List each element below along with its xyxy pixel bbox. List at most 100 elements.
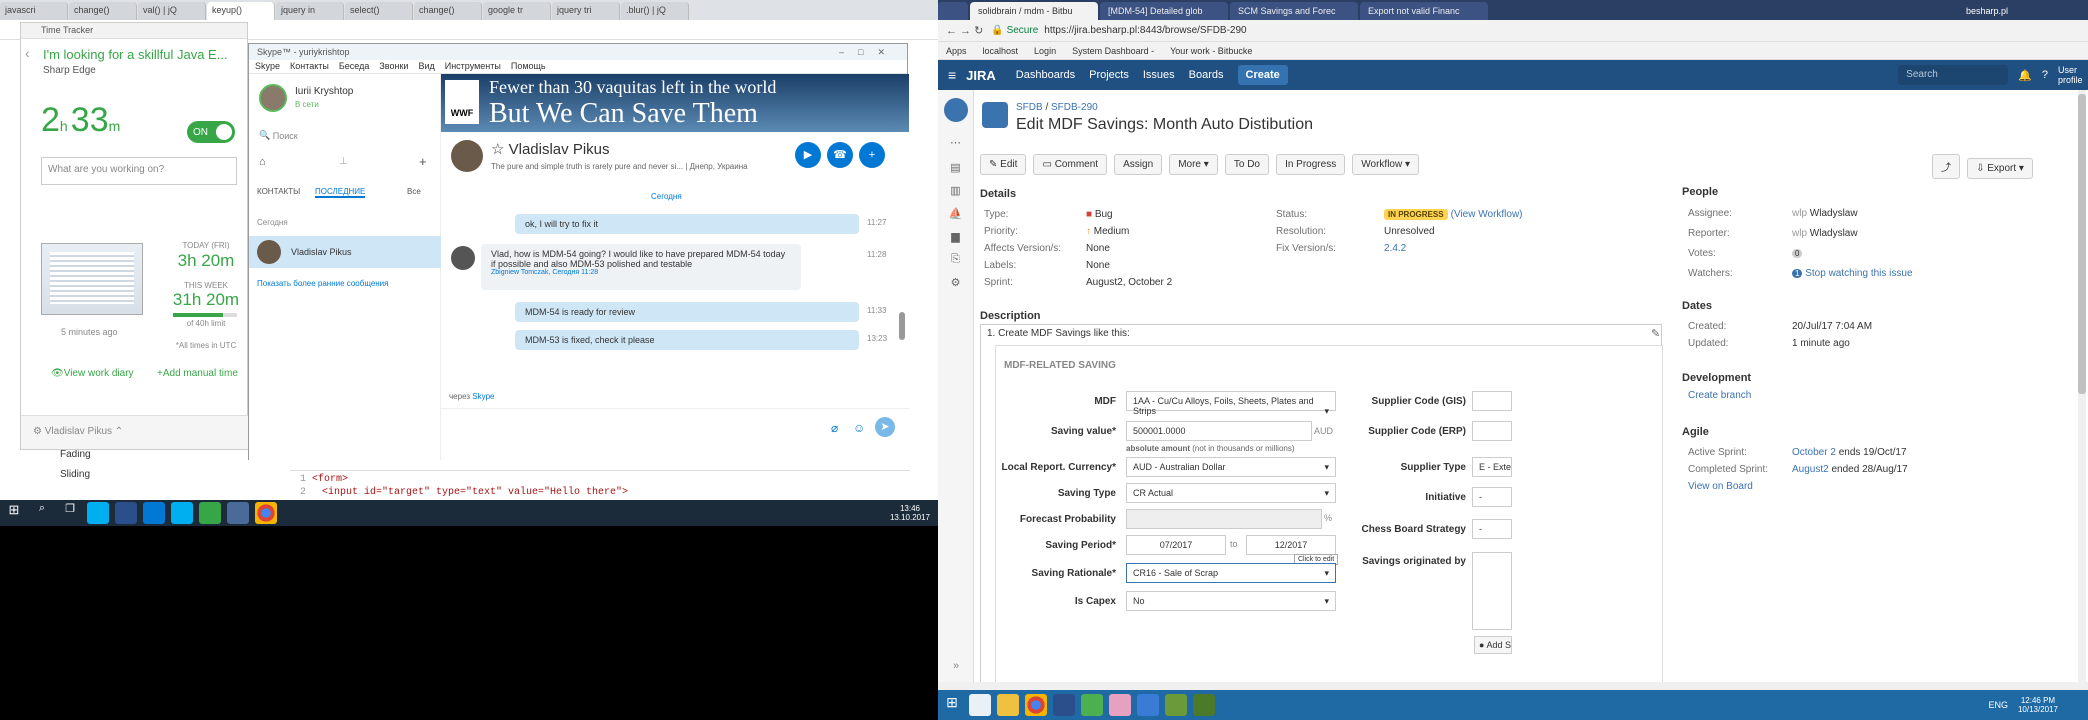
search-box[interactable]: 🔍 Поиск [259,130,298,141]
stop-watching-link[interactable]: Stop watching this issue [1805,268,1912,279]
tab-contacts[interactable]: КОНТАКТЫ [257,187,300,196]
menu-item[interactable]: Контакты [290,61,329,72]
saving-type-select[interactable]: CR Actual ▾ [1126,483,1336,503]
browser-tab-pinned[interactable] [938,2,968,20]
message-bubble[interactable]: ok, I will try to fix it [515,214,859,234]
emoji-icon[interactable]: ☺ [853,421,865,435]
workflow-button[interactable]: Workflow ▾ [1352,154,1420,175]
view-workflow-link[interactable]: (View Workflow) [1451,209,1523,220]
browser-tab[interactable]: change() [414,2,482,20]
bookmark[interactable]: localhost [983,46,1019,56]
nav-boards[interactable]: Boards [1189,69,1224,81]
send-icon[interactable]: ➤ [875,417,895,437]
window-controls[interactable]: –□✕ [839,47,899,58]
page-title[interactable]: Edit MDF Savings: Month Auto Distibution [1016,116,1313,134]
via-link[interactable]: Skype [472,392,494,401]
avatar[interactable] [259,84,287,112]
windows-start-icon[interactable]: ⊞ [941,694,963,716]
user-selector[interactable]: ⚙ Vladislav Pikus ⌃ [21,416,249,447]
app-taskbar-icon[interactable] [1109,694,1131,716]
windows-start-icon[interactable]: ⊞ [3,502,25,524]
releases-icon[interactable]: ⛵ [938,207,973,220]
folder-taskbar-icon[interactable] [997,694,1019,716]
fix-version-link[interactable]: 2.4.2 [1384,240,1523,257]
assignee-value[interactable]: Wladyslaw [1810,208,1858,219]
chat-scrollbar[interactable] [899,312,905,340]
chrome-taskbar-icon[interactable] [1025,694,1047,716]
project-name[interactable]: I'm looking for a skillful Java E... [43,47,243,62]
search-input[interactable]: Search [1898,65,2009,85]
currency-select[interactable]: AUD - Australian Dollar ▾ [1126,457,1336,477]
rationale-select[interactable]: CR16 - Sale of Scrap ▾ [1126,563,1336,583]
screenshot-thumbnail[interactable] [41,243,143,315]
erp-input[interactable] [1472,421,1512,441]
description-editor[interactable]: 1. Create MDF Savings like this: ✎ MDF-R… [980,324,1663,682]
browser-tab[interactable]: solidbrain / mdm - Bitbu [970,2,1098,20]
app-taskbar-icon[interactable] [1053,694,1075,716]
add-manual-time-link[interactable]: + Add manual time [157,368,238,379]
chess-select[interactable]: - [1472,519,1512,539]
menu-item[interactable]: Вид [418,61,434,72]
backlog-icon[interactable]: ▤ [938,161,973,174]
star-icon[interactable]: ☆ [491,141,509,158]
breadcrumb-issue[interactable]: SFDB-290 [1051,102,1098,113]
bookmark[interactable]: Apps [946,46,967,56]
initiative-select[interactable]: - [1472,487,1512,507]
originated-textarea[interactable] [1472,552,1512,630]
create-button[interactable]: Create [1237,65,1288,85]
nav-dashboards[interactable]: Dashboards [1016,69,1075,81]
quoted-message[interactable]: Vlad, how is MDM-54 going? I would like … [481,244,801,290]
more-icon[interactable]: ⋯ [938,136,973,149]
notifications-icon[interactable]: 🔔 [2018,69,2032,82]
create-branch-link[interactable]: Create branch [1688,390,1751,401]
horizontal-scrollbar[interactable] [938,682,2088,690]
back-arrow-icon[interactable]: ‹ [25,45,30,61]
menu-item[interactable]: Помощь [511,61,546,72]
filter-dropdown[interactable]: Все [407,187,421,196]
chat-avatar[interactable] [451,140,483,172]
video-call-icon[interactable]: ▶ [795,142,821,168]
bookmark[interactable]: Your work - Bitbucke [1170,46,1252,56]
in-progress-button[interactable]: In Progress [1276,154,1346,175]
app-taskbar-icon[interactable] [115,502,137,524]
browser-tab[interactable]: .blur() | jQ [621,2,689,20]
forecast-input[interactable] [1126,509,1322,529]
app-taskbar-icon[interactable] [1165,694,1187,716]
scrollbar-thumb[interactable] [2078,94,2086,394]
phone-icon[interactable]: ☎ [827,142,853,168]
mdf-select[interactable]: 1AA - Cu/Cu Alloys, Foils, Sheets, Plate… [1126,391,1336,416]
message-bubble[interactable]: MDM-53 is fixed, check it please [515,330,859,350]
help-icon[interactable]: ? [2042,69,2048,81]
more-button[interactable]: More ▾ [1169,154,1218,175]
labels-value[interactable]: None [1086,257,1172,274]
app-taskbar-icon[interactable] [969,694,991,716]
comment-button[interactable]: ▭ Comment [1033,154,1108,175]
bookmark[interactable]: Login [1034,46,1056,56]
upwork-taskbar-icon[interactable] [199,502,221,524]
task-view-icon[interactable]: ❐ [59,502,81,524]
project-avatar[interactable] [982,102,1008,128]
older-conversations-link[interactable]: Показать более ранние сообщения [257,279,388,288]
browser-tab[interactable]: change() [69,2,137,20]
expand-sidebar-icon[interactable]: » [938,660,974,672]
saving-value-input[interactable]: 500001.0000 [1126,421,1312,441]
page-scrollbar[interactable] [2078,90,2086,682]
nav-arrows-icon[interactable]: ← → ↻ [938,24,991,37]
home-icon[interactable]: ⌂ [259,156,266,168]
url-text[interactable]: https://jira.besharp.pl:8443/browse/SFDB… [1044,25,1246,36]
menu-item[interactable]: Беседа [339,61,369,72]
tab-recent[interactable]: ПОСЛЕДНИЕ [315,187,366,198]
completed-sprint-link[interactable]: August2 [1792,464,1829,475]
board-icon[interactable]: ▥ [938,184,973,197]
search-icon[interactable]: ⌕ [31,502,53,524]
menu-item[interactable]: Звонки [379,61,408,72]
capex-select[interactable]: No ▾ [1126,591,1336,611]
skype-taskbar-icon[interactable] [171,502,193,524]
attach-icon[interactable]: ⌀ [831,421,838,435]
browser-tab[interactable]: select() [345,2,413,20]
nav-projects[interactable]: Projects [1089,69,1129,81]
nav-issues[interactable]: Issues [1143,69,1175,81]
view-work-diary-link[interactable]: 👁 View work diary [51,368,134,379]
browser-tab[interactable]: google tr [483,2,551,20]
export-button[interactable]: ⇩ Export ▾ [1967,158,2033,179]
